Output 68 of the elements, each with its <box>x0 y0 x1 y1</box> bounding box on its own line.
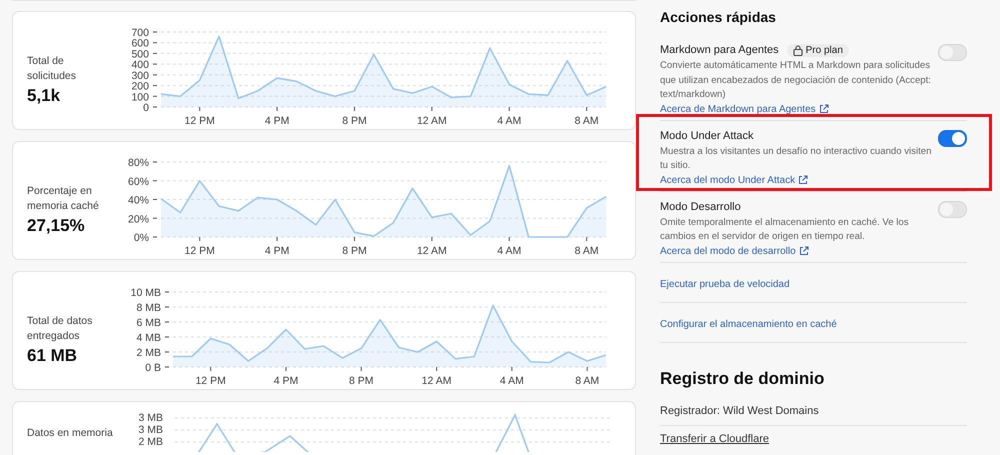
x-axis-label: 12 AM <box>422 375 452 387</box>
y-axis-label: 500 <box>131 48 149 60</box>
y-axis-label: 2 MB <box>138 436 163 448</box>
y-axis-label: 80% <box>128 157 149 169</box>
y-axis-label: 4 MB <box>136 332 161 344</box>
x-axis-label: 8 AM <box>575 375 600 387</box>
metric-title: Datos en memoria <box>27 426 114 441</box>
action-link[interactable]: Ejecutar prueba de velocidad <box>660 278 790 290</box>
x-axis-label: 8 AM <box>574 115 599 127</box>
x-axis-label: 4 PM <box>274 375 298 387</box>
x-axis-label: 12 PM <box>184 245 215 257</box>
metric-value: 5,1k <box>27 86 62 106</box>
y-axis-label: 700 <box>131 27 149 39</box>
info-link[interactable]: Acerca del modo de desarrollo <box>660 246 809 256</box>
section-heading: Registro de dominio <box>660 368 826 388</box>
x-axis-label: 4 PM <box>264 115 290 127</box>
y-axis-label: 6 MB <box>136 317 161 329</box>
x-axis-label: 8 PM <box>342 115 367 127</box>
external-link-icon <box>818 104 829 114</box>
x-axis-label: 12 PM <box>195 375 226 387</box>
setting-title: Markdown para Agentes <box>660 44 779 56</box>
registrar-text: Registrador: Wild West Domains <box>660 404 819 416</box>
info-link[interactable]: Acerca del modo Under Attack <box>660 174 808 186</box>
y-axis-label: 0 <box>143 102 149 114</box>
x-axis-label: 8 PM <box>342 245 367 257</box>
y-axis-label: 2 MB <box>136 347 161 359</box>
x-axis-label: 4 AM <box>497 245 522 257</box>
metric-title: Total de solicitudes <box>27 54 78 84</box>
y-axis-label: 600 <box>131 38 149 50</box>
x-axis-label: 8 AM <box>574 245 599 257</box>
metric-value: 61 MB <box>27 346 78 366</box>
y-axis-label: 0% <box>134 232 149 244</box>
setting-description: Omite temporalmente el almacenamiento en caché. Ve los cambios en el servidor de origen en tiempo real. <box>660 216 910 244</box>
x-axis-label: 4 AM <box>500 375 524 387</box>
y-axis-label: 8 MB <box>136 302 161 314</box>
y-axis-label: 200 <box>131 80 149 93</box>
metric-title: Total de datos entregados <box>27 314 94 344</box>
y-axis-label: 100 <box>131 91 149 104</box>
y-axis-label: 40% <box>128 194 149 206</box>
section-heading: Acciones rápidas <box>660 9 777 25</box>
lock-icon <box>792 44 803 56</box>
setting-description: Convierte automáticamente HTML a Markdown para solicitudes que utilizan encabezados de negociación de contenido (Accept: text/markdown) <box>660 59 932 102</box>
x-axis-label: 12 PM <box>184 115 215 127</box>
badge-label: Pro plan <box>806 44 843 56</box>
x-axis-label: 8 PM <box>349 375 374 387</box>
y-axis-label: 400 <box>131 59 149 72</box>
x-axis-label: 4 AM <box>497 115 522 127</box>
y-axis-label: 10 MB <box>130 287 161 299</box>
x-axis-label: 12 AM <box>416 245 447 257</box>
y-axis-label: 3 MB <box>138 412 163 424</box>
external-link-icon <box>798 175 808 185</box>
metric-value: 27,15% <box>27 216 86 236</box>
x-axis-label: 12 AM <box>416 115 447 127</box>
action-link[interactable]: Configurar el almacenamiento en caché <box>660 318 837 330</box>
info-link[interactable]: Acerca de Markdown para Agentes <box>660 104 829 114</box>
setting-title: Modo Desarrollo <box>660 200 741 212</box>
y-axis-label: 0 B <box>145 362 161 374</box>
y-axis-label: 3 MB <box>138 424 163 436</box>
y-axis-label: 20% <box>128 213 149 226</box>
setting-title: Modo Under Attack <box>660 130 754 142</box>
y-axis-label: 300 <box>131 70 149 82</box>
toggle-switch[interactable] <box>938 130 967 146</box>
metric-title: Porcentaje en memoria caché <box>27 184 100 214</box>
setting-description: Muestra a los visitantes un desafío no interactivo cuando visiten tu sitio. <box>660 144 932 173</box>
x-axis-label: 4 PM <box>264 245 290 257</box>
external-link-icon <box>798 246 809 256</box>
y-axis-label: 60% <box>128 176 149 188</box>
transfer-link[interactable]: Transferir a Cloudflare <box>660 432 770 444</box>
